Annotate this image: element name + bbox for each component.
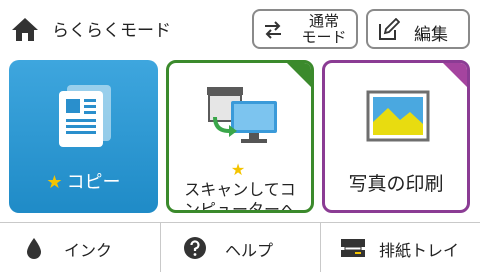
help-icon xyxy=(184,237,206,259)
output-tray-button[interactable]: 排紙トレイ xyxy=(320,223,480,272)
copy-document-icon xyxy=(59,85,111,147)
ink-button[interactable]: インク xyxy=(0,223,160,272)
mode-title: らくらくモード xyxy=(52,21,171,41)
output-tray-label: 排紙トレイ xyxy=(379,241,460,260)
normal-mode-label: 通常 モード xyxy=(301,12,347,46)
header: らくらくモード 通常 モード 編集 xyxy=(0,0,480,56)
copy-tile[interactable]: ★ コピー xyxy=(9,60,158,213)
photo-print-tile[interactable]: 写真の印刷 xyxy=(322,60,470,213)
edit-button[interactable]: 編集 xyxy=(366,9,470,49)
favorite-star-icon: ★ xyxy=(230,160,246,179)
help-label: ヘルプ xyxy=(225,241,274,260)
tile-corner-marker xyxy=(442,63,467,88)
output-tray-icon xyxy=(341,239,365,257)
photo-icon xyxy=(366,90,430,142)
ink-label: インク xyxy=(64,241,113,260)
edit-label: 編集 xyxy=(414,25,448,45)
tile-corner-marker xyxy=(286,63,311,88)
help-button[interactable]: ヘルプ xyxy=(160,223,320,272)
photo-print-label: 写真の印刷 xyxy=(348,173,444,195)
scan-to-computer-label: ★ スキャンしてコ ンピューターへ xyxy=(169,160,311,210)
copy-label: ★ コピー xyxy=(46,172,121,193)
scan-to-computer-tile[interactable]: ★ スキャンしてコ ンピューターへ xyxy=(166,60,314,213)
scan-to-computer-icon xyxy=(207,87,277,143)
edit-pencil-icon xyxy=(379,18,400,40)
ink-drop-icon xyxy=(27,238,41,259)
home-icon[interactable] xyxy=(10,16,40,42)
bottom-bar: インク ヘルプ 排紙トレイ xyxy=(0,222,480,272)
favorite-star-icon: ★ xyxy=(46,172,63,193)
swap-arrows-icon xyxy=(265,21,281,39)
normal-mode-button[interactable]: 通常 モード xyxy=(252,9,358,49)
